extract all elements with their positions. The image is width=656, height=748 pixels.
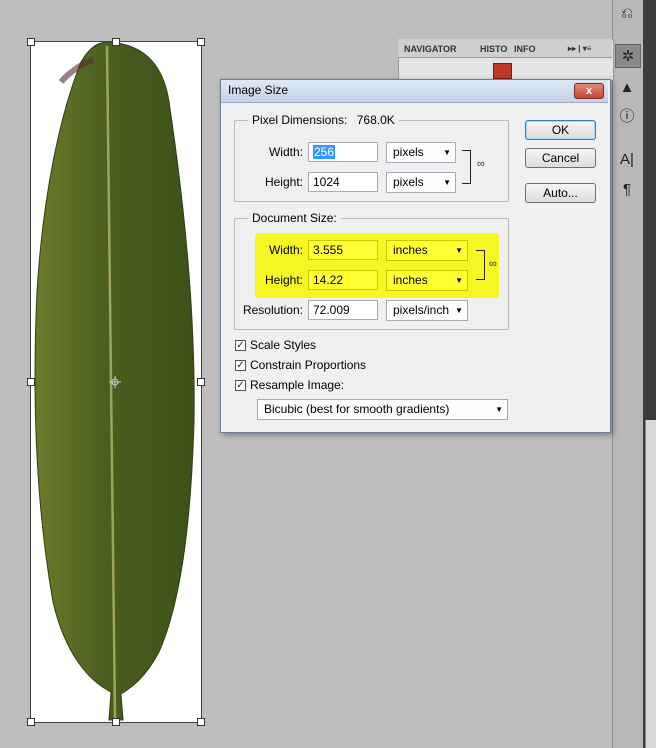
pixel-dimensions-legend: Pixel Dimensions: 768.0K <box>248 113 399 127</box>
resolution-unit-select[interactable]: pixels/inch ▼ <box>386 300 468 321</box>
resize-handle-t[interactable] <box>112 38 120 46</box>
pixel-width-unit-select[interactable]: pixels ▼ <box>386 142 456 163</box>
histogram-icon[interactable]: ▲ <box>615 76 639 98</box>
doc-height-input[interactable]: 14.22 <box>308 270 378 290</box>
close-icon: x <box>585 85 593 97</box>
cancel-button[interactable]: Cancel <box>525 148 596 168</box>
pixel-height-unit-select[interactable]: pixels ▼ <box>386 172 456 193</box>
document-size-legend: Document Size: <box>248 211 341 225</box>
pixel-constrain-bracket <box>462 150 471 184</box>
resolution-input[interactable]: 72.009 <box>308 300 378 320</box>
resize-handle-r[interactable] <box>197 378 205 386</box>
resample-method-select[interactable]: Bicubic (best for smooth gradients) ▼ <box>257 399 508 420</box>
dialog-title: Image Size <box>228 83 289 97</box>
tab-history[interactable]: HISTO <box>480 41 507 57</box>
panel-menu-icon[interactable]: ▸▸ | ▾≡ <box>568 41 591 57</box>
resize-handle-bl[interactable] <box>27 718 35 726</box>
tab-navigator[interactable]: NAVIGATOR <box>404 41 457 57</box>
paragraph-icon[interactable]: ¶ <box>615 178 639 200</box>
resample-image-checkbox[interactable]: ✓ <box>235 380 246 391</box>
ok-button[interactable]: OK <box>525 120 596 140</box>
navigator-icon[interactable]: ✲ <box>615 44 641 68</box>
doc-height-label: Height: <box>264 273 303 287</box>
close-button[interactable]: x <box>574 83 604 99</box>
pixel-dimensions-label: Pixel Dimensions: <box>252 113 348 127</box>
chain-link-icon: ∞ <box>477 158 485 170</box>
document-image[interactable] <box>27 38 205 726</box>
info-icon[interactable]: ⓘ <box>615 104 639 126</box>
pixel-width-input[interactable]: 256 <box>308 142 378 162</box>
auto-button[interactable]: Auto... <box>525 183 596 203</box>
pixel-dimensions-size: 768.0K <box>356 113 395 127</box>
tab-info[interactable]: INFO <box>514 41 536 57</box>
resize-handle-br[interactable] <box>197 718 205 726</box>
resize-handle-l[interactable] <box>27 378 35 386</box>
pixel-width-label: Width: <box>268 145 303 159</box>
resize-handle-b[interactable] <box>112 718 120 726</box>
pixel-height-label: Height: <box>264 175 303 189</box>
character-icon[interactable]: A| <box>615 148 639 170</box>
reference-point-icon[interactable] <box>109 376 121 388</box>
resolution-label: Resolution: <box>242 303 303 317</box>
history-icon[interactable]: ⎌ <box>615 2 639 24</box>
pixel-height-input[interactable]: 1024 <box>308 172 378 192</box>
doc-constrain-bracket <box>476 250 485 280</box>
resample-image-label: Resample Image: <box>250 378 345 392</box>
chain-link-icon: ∞ <box>489 258 497 270</box>
constrain-proportions-checkbox[interactable]: ✓ <box>235 360 246 371</box>
scale-styles-label: Scale Styles <box>250 338 317 352</box>
doc-width-input[interactable]: 3.555 <box>308 240 378 260</box>
doc-width-label: Width: <box>268 243 303 257</box>
navigator-thumbnail[interactable] <box>493 63 512 79</box>
constrain-proportions-label: Constrain Proportions <box>250 358 367 372</box>
resize-handle-tl[interactable] <box>27 38 35 46</box>
doc-width-unit-select[interactable]: inches ▼ <box>386 240 468 261</box>
resize-handle-tr[interactable] <box>197 38 205 46</box>
scale-styles-checkbox[interactable]: ✓ <box>235 340 246 351</box>
doc-height-unit-select[interactable]: inches ▼ <box>386 270 468 291</box>
layers-panel-edge <box>645 420 656 748</box>
